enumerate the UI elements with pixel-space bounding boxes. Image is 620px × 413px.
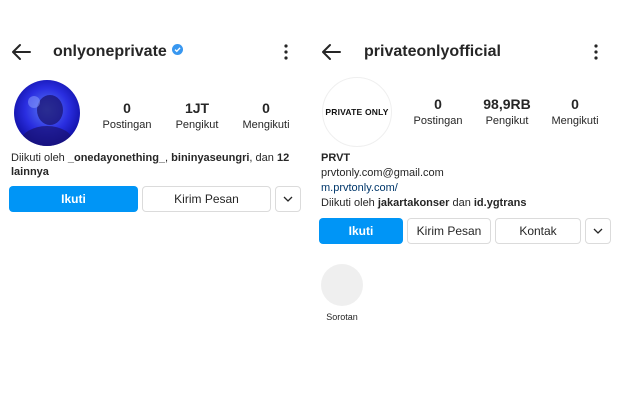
username: privateonlyofficial	[364, 43, 501, 60]
followed-by-separator: , dan	[249, 152, 277, 164]
followed-by-text[interactable]: Diikuti oleh jakartakonser dan id.ygtran…	[321, 196, 611, 210]
followers-count: 98,9RB	[483, 96, 531, 112]
follow-button[interactable]: Ikuti	[9, 186, 138, 212]
chevron-down-icon	[593, 228, 603, 234]
followers-stat[interactable]: 98,9RB Pengikut	[475, 96, 539, 128]
avatar[interactable]	[14, 80, 80, 146]
message-button[interactable]: Kirim Pesan	[142, 186, 271, 212]
posts-stat[interactable]: 0 Postingan	[411, 96, 465, 128]
following-count: 0	[571, 96, 579, 112]
follow-button-label: Ikuti	[348, 224, 374, 238]
followed-by-count: 12	[276, 152, 290, 164]
following-stat[interactable]: 0 Mengikuti	[546, 96, 604, 128]
followers-stat[interactable]: 1JT Pengikut	[171, 100, 223, 132]
highlight-label: Sorotan	[326, 312, 358, 322]
message-button-label: Kirim Pesan	[416, 224, 482, 238]
following-count: 0	[262, 100, 270, 116]
bio-email: prvtonly.com@gmail.com	[321, 167, 444, 179]
posts-label: Postingan	[413, 115, 463, 127]
follow-button[interactable]: Ikuti	[319, 218, 403, 244]
arrow-back-icon[interactable]	[321, 43, 341, 61]
posts-label: Postingan	[102, 119, 152, 131]
following-label: Mengikuti	[551, 115, 599, 127]
followed-by-text[interactable]: Diikuti oleh _onedayonething_, bininyase…	[11, 151, 301, 179]
highlight-circle[interactable]	[321, 264, 363, 306]
avatar-image	[14, 80, 80, 146]
contact-button-label: Kontak	[519, 224, 557, 238]
verified-badge-icon	[171, 44, 183, 55]
follow-button-label: Ikuti	[61, 192, 86, 206]
followers-count: 1JT	[184, 100, 210, 116]
following-stat[interactable]: 0 Mengikuti	[238, 100, 294, 132]
profile-panel-right: privateonlyofficial PRIVATE ONLY 0 Posti…	[310, 0, 620, 413]
suggested-accounts-button[interactable]	[275, 186, 301, 212]
avatar-logo-text: PRIVATE ONLY	[325, 107, 389, 117]
message-button[interactable]: Kirim Pesan	[407, 218, 491, 244]
profile-header-title: privateonlyofficial	[364, 43, 501, 61]
contact-button[interactable]: Kontak	[495, 218, 581, 244]
username: onlyoneprivate	[53, 43, 167, 60]
posts-count: 0	[123, 100, 131, 116]
message-button-label: Kirim Pesan	[174, 192, 239, 206]
profile-header-title: onlyoneprivate	[53, 43, 183, 61]
followed-by-user[interactable]: id.ygtrans	[474, 197, 527, 209]
followed-by-user[interactable]: jakartakonser	[378, 197, 450, 209]
suggested-accounts-button[interactable]	[585, 218, 611, 244]
posts-stat[interactable]: 0 Postingan	[101, 100, 153, 132]
bio-link[interactable]: m.prvtonly.com/	[321, 181, 398, 195]
more-vertical-icon[interactable]	[283, 43, 289, 61]
following-label: Mengikuti	[242, 119, 290, 131]
profile-panel-left: onlyoneprivate 0 Postingan 1JT Pengikut …	[0, 0, 310, 413]
followers-label: Pengikut	[485, 115, 529, 127]
avatar[interactable]: PRIVATE ONLY	[322, 77, 392, 147]
bio-name: PRVT	[321, 151, 350, 165]
more-vertical-icon[interactable]	[593, 43, 599, 61]
followed-by-prefix: Diikuti oleh	[11, 152, 68, 164]
followed-by-user[interactable]: bininyaseungri	[171, 152, 249, 164]
arrow-back-icon[interactable]	[11, 43, 31, 61]
posts-count: 0	[434, 96, 442, 112]
followed-by-more: lainnya	[11, 166, 49, 178]
followed-by-prefix: Diikuti oleh	[321, 197, 378, 209]
followed-by-separator: dan	[449, 197, 474, 209]
followers-label: Pengikut	[175, 119, 219, 131]
chevron-down-icon	[283, 196, 293, 202]
followed-by-user[interactable]: _onedayonething_	[68, 152, 165, 164]
bio-name-text: PRVT	[321, 152, 351, 164]
